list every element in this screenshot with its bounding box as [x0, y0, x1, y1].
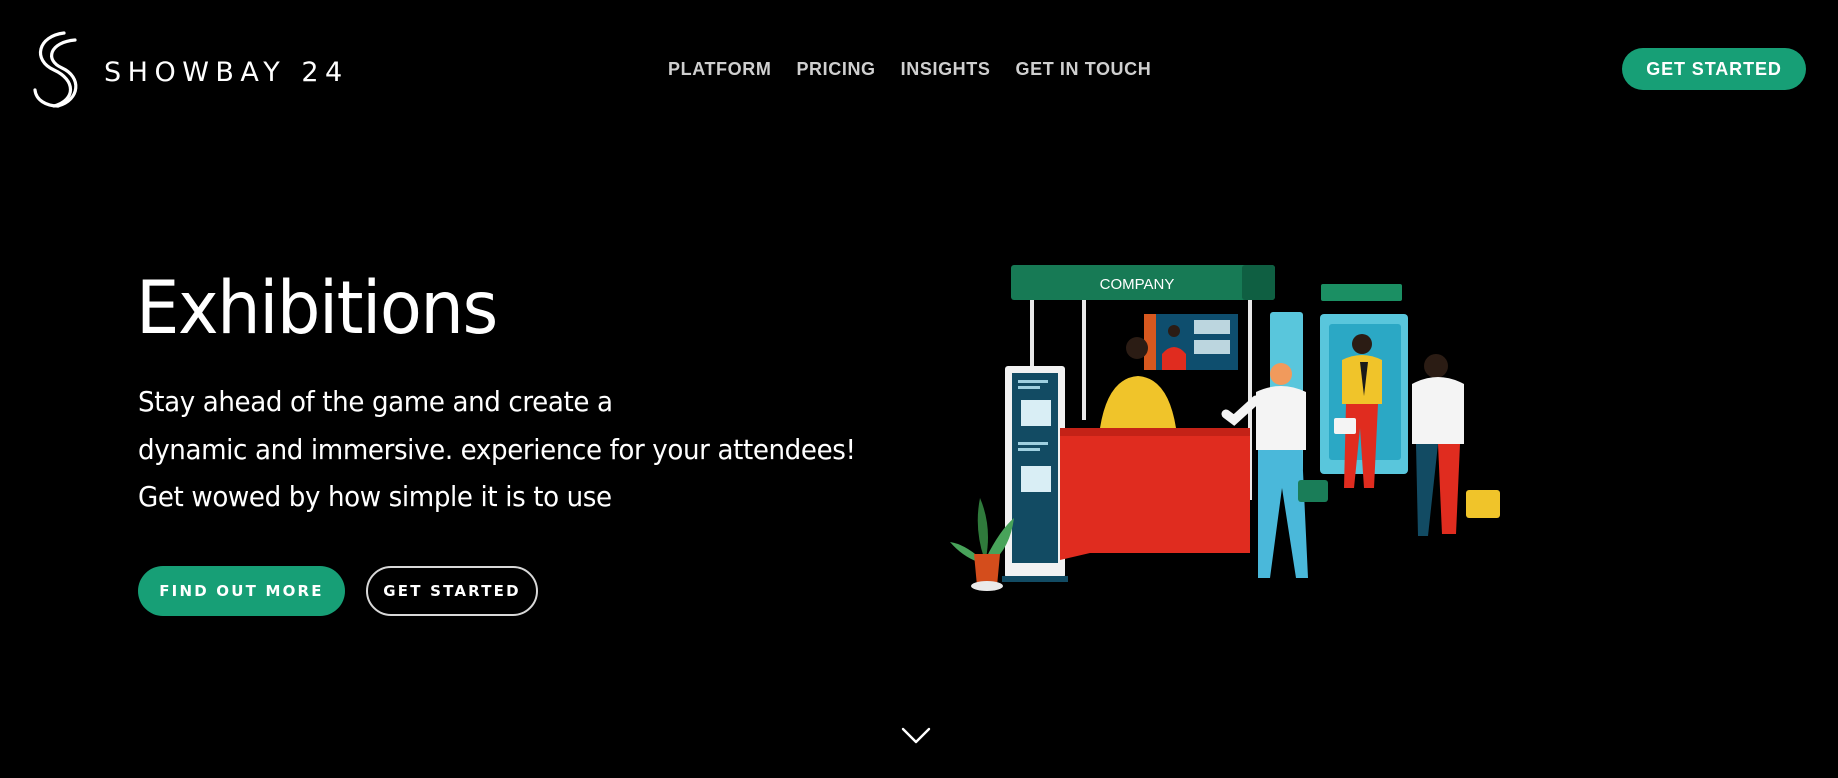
- find-out-more-button[interactable]: FIND OUT MORE: [138, 566, 345, 616]
- s-logo-icon: [33, 31, 78, 108]
- exhibition-booth-illustration: COMPANY: [950, 265, 1500, 591]
- header-get-started-button[interactable]: GET STARTED: [1622, 48, 1806, 90]
- nav-get-in-touch[interactable]: GET IN TOUCH: [1015, 59, 1151, 80]
- booth-sign-text: COMPANY: [1100, 276, 1175, 293]
- nav-insights[interactable]: INSIGHTS: [901, 59, 991, 80]
- brand-name: SHOWBAY 24: [104, 56, 349, 88]
- nav-pricing[interactable]: PRICING: [796, 59, 875, 80]
- brand-logo[interactable]: SHOWBAY 24: [26, 30, 349, 108]
- nav-platform[interactable]: PLATFORM: [668, 59, 771, 80]
- hero-subtitle: Stay ahead of the game and create a dyna…: [138, 379, 856, 522]
- main-nav: PLATFORM PRICING INSIGHTS GET IN TOUCH: [668, 59, 1151, 80]
- chevron-down-icon[interactable]: [901, 726, 931, 746]
- hero-subtitle-line: Get wowed by how simple it is to use: [138, 481, 612, 513]
- hero-get-started-button[interactable]: GET STARTED: [366, 566, 538, 616]
- hero-title: Exhibitions: [136, 266, 498, 351]
- hero-subtitle-line: dynamic and immersive. experience for yo…: [138, 433, 856, 466]
- hero-subtitle-line: Stay ahead of the game and create a: [138, 386, 613, 418]
